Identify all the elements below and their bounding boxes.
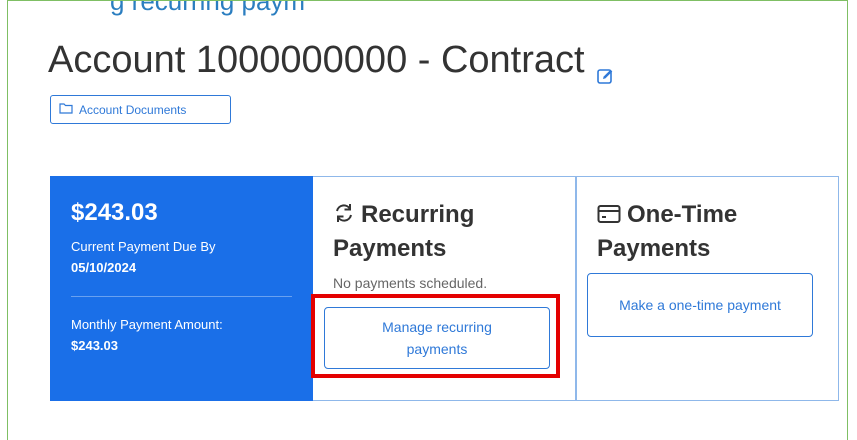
- one-time-payments-title: One-Time Payments: [597, 199, 818, 265]
- account-documents-label: Account Documents: [79, 102, 187, 117]
- monthly-payment-label: Monthly Payment Amount:: [71, 317, 223, 332]
- refresh-icon: [333, 201, 355, 233]
- edit-icon[interactable]: [596, 52, 615, 84]
- due-amount: $243.03: [71, 199, 158, 226]
- payment-due-card: $243.03 Current Payment Due By 05/10/202…: [50, 176, 313, 401]
- divider: [71, 296, 292, 297]
- page-title: Account 1000000000 - Contract: [48, 39, 615, 84]
- make-one-time-payment-button[interactable]: Make a one-time payment: [587, 273, 813, 337]
- folder-icon: [59, 102, 73, 117]
- due-date: 05/10/2024: [71, 260, 137, 275]
- page-title-text: Account 1000000000 - Contract: [48, 39, 585, 81]
- credit-card-icon: [597, 201, 621, 233]
- recurring-payments-title: Recurring Payments: [333, 199, 555, 265]
- monthly-payment-amount: $243.03: [71, 338, 118, 353]
- recurring-status: No payments scheduled.: [333, 275, 488, 291]
- due-label: Current Payment Due By: [71, 239, 216, 254]
- account-documents-button[interactable]: Account Documents: [50, 95, 231, 124]
- manage-recurring-payments-button[interactable]: Manage recurring payments: [324, 307, 550, 369]
